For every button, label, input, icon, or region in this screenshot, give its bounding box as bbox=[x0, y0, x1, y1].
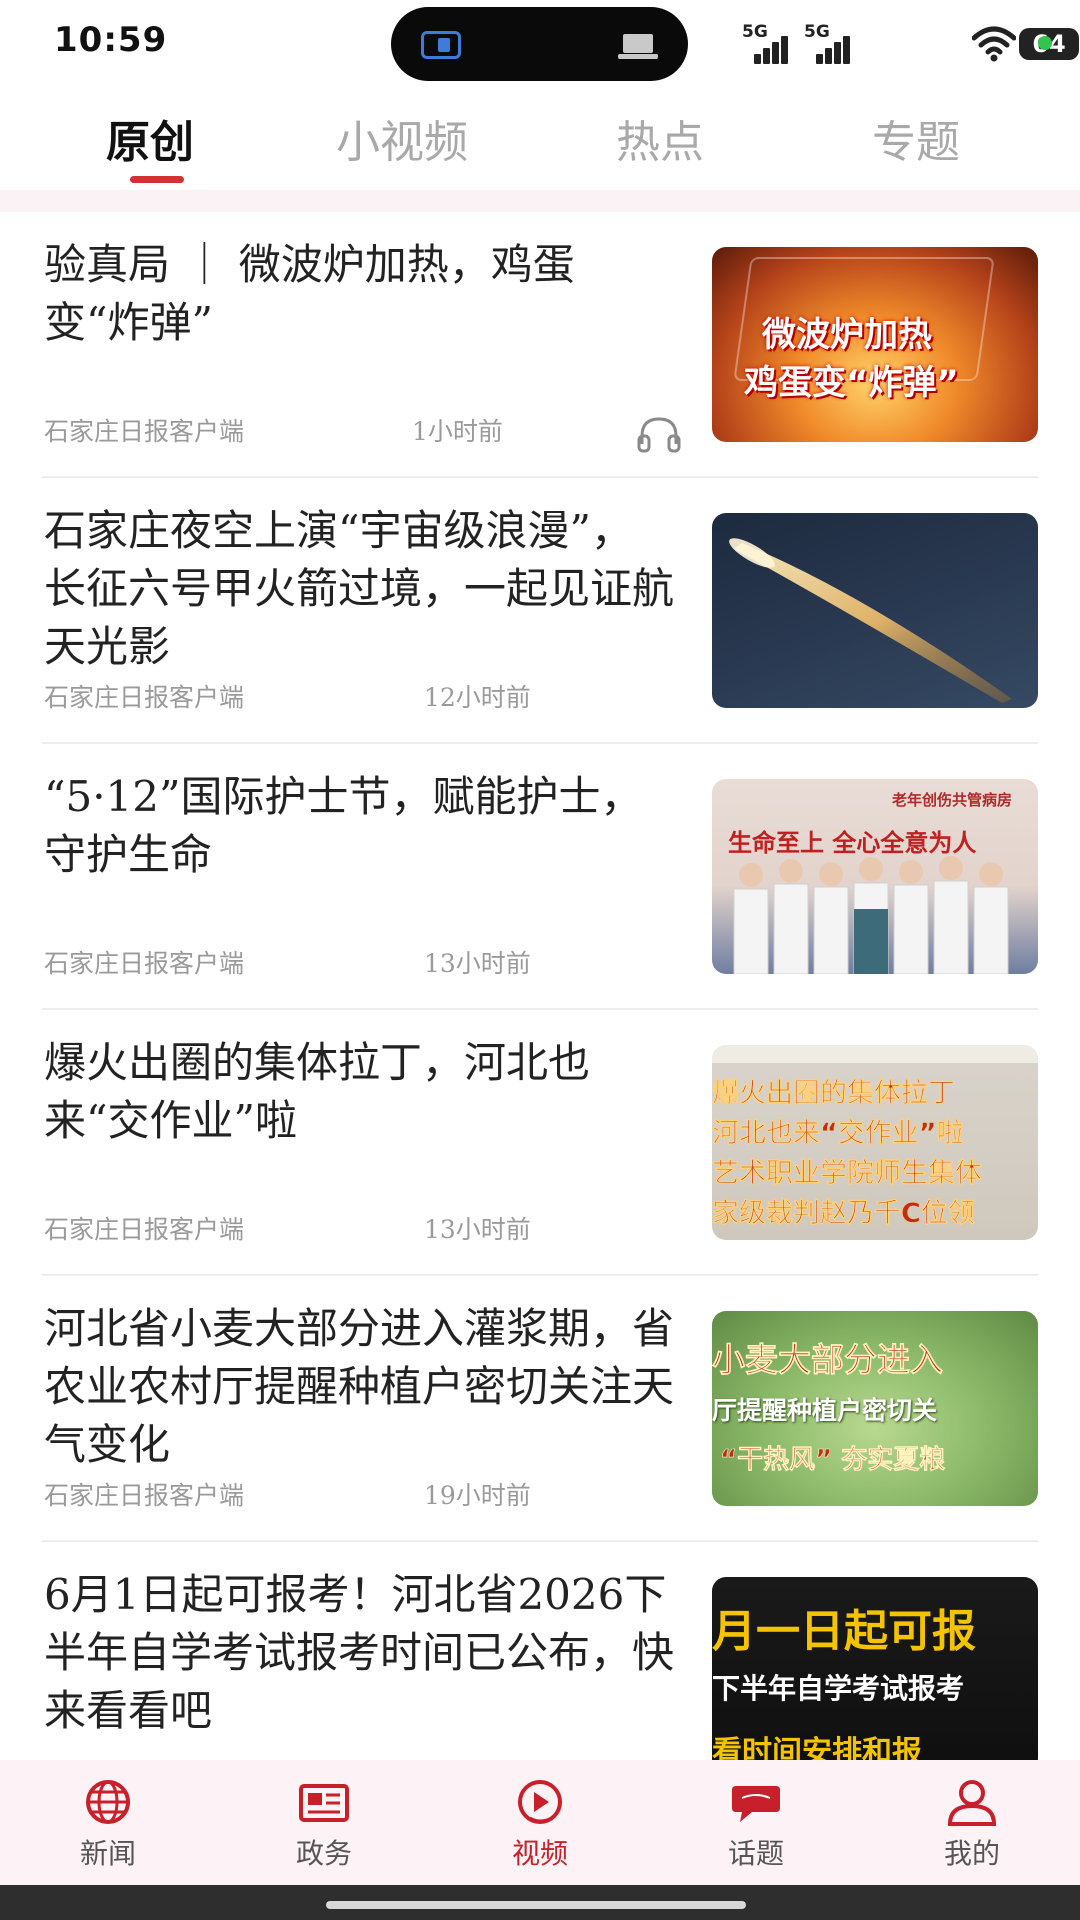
news-title: 6月1日起可报考！河北省2026下半年自学考试报考时间已公布，快来看看吧 bbox=[44, 1570, 674, 1735]
news-thumbnail bbox=[712, 513, 1038, 708]
news-thumbnail: 小麦大部分进入 厅提醒种植户密切关 “干热风” 夯实夏粮 bbox=[712, 1311, 1038, 1506]
nav-label: 视频 bbox=[511, 1837, 568, 1870]
headphone-icon[interactable] bbox=[636, 414, 682, 454]
news-title: 河北省小麦大部分进入灌浆期，省农业农村厅提醒种植户密切关注天气变化 bbox=[44, 1304, 674, 1469]
tab-short-video[interactable]: 小视频 bbox=[336, 106, 468, 170]
news-time: 12小时前 bbox=[424, 683, 531, 712]
thumb-caption: 下半年自学考试报考 bbox=[712, 1672, 965, 1705]
news-item[interactable]: 6月1日起可报考！河北省2026下半年自学考试报考时间已公布，快来看看吧 月一日… bbox=[42, 1542, 1038, 1760]
nav-government[interactable]: 政务 bbox=[254, 1778, 394, 1872]
news-source: 石家庄日报客户端 bbox=[44, 1481, 245, 1510]
news-item[interactable]: “5·12”国际护士节，赋能护士，守护生命 石家庄日报客户端 13小时前 老年创… bbox=[42, 744, 1038, 1010]
newspaper-icon bbox=[299, 1784, 349, 1822]
news-time: 19小时前 bbox=[424, 1481, 531, 1510]
news-source: 石家庄日报客户端 bbox=[44, 1215, 245, 1244]
dynamic-island[interactable] bbox=[391, 7, 688, 81]
wifi-icon bbox=[972, 26, 1016, 62]
thumb-caption: 小麦大部分进入 bbox=[712, 1340, 943, 1380]
rocket-trail-graphic bbox=[729, 538, 1012, 703]
privacy-indicator-dot bbox=[1038, 36, 1052, 50]
news-item[interactable]: 爆火出圈的集体拉丁，河北也来“交作业”啦 石家庄日报客户端 13小时前 爆火出圈… bbox=[42, 1010, 1038, 1276]
news-source: 石家庄日报客户端 bbox=[44, 683, 245, 712]
news-item[interactable]: 验真局 ｜ 微波炉加热，鸡蛋变“炸弹” 石家庄日报客户端 1小时前 微波炉加热 … bbox=[42, 212, 1038, 478]
thumb-caption: 看时间安排和报 bbox=[712, 1735, 922, 1760]
news-title: 验真局 ｜ 微波炉加热，鸡蛋变“炸弹” bbox=[44, 240, 575, 347]
tabs-divider bbox=[0, 190, 1080, 212]
tab-topics[interactable]: 专题 bbox=[872, 106, 960, 170]
news-source: 石家庄日报客户端 bbox=[44, 417, 245, 446]
news-thumbnail: 老年创伤共管病房 生命至上 全心全意为人 bbox=[712, 779, 1038, 974]
thumb-caption: 艺术职业学院师生集体 bbox=[712, 1158, 982, 1190]
nav-news[interactable]: 新闻 bbox=[38, 1778, 178, 1872]
status-time: 10:59 bbox=[54, 20, 168, 60]
news-time: 13小时前 bbox=[424, 1215, 531, 1244]
nav-profile[interactable]: 我的 bbox=[902, 1778, 1042, 1872]
thumb-caption: 家级裁判赵乃千C位领 bbox=[712, 1198, 975, 1230]
active-tab-indicator bbox=[130, 176, 184, 183]
nav-label: 我的 bbox=[943, 1837, 1000, 1870]
category-tabs: 原创 小视频 热点 专题 bbox=[0, 92, 1080, 190]
nurses-group-graphic bbox=[733, 856, 1009, 974]
nav-label: 新闻 bbox=[79, 1837, 136, 1870]
home-indicator[interactable] bbox=[326, 1901, 746, 1909]
thumb-caption: “干热风” 夯实夏粮 bbox=[720, 1445, 946, 1476]
status-bar: 10:59 5G 5G 64 bbox=[0, 0, 1080, 88]
signal-bars-icon bbox=[742, 32, 788, 64]
signal-bars-icon bbox=[804, 32, 850, 64]
news-item[interactable]: 河北省小麦大部分进入灌浆期，省农业农村厅提醒种植户密切关注天气变化 石家庄日报客… bbox=[42, 1276, 1038, 1542]
play-icon bbox=[518, 1780, 562, 1824]
news-title: 爆火出圈的集体拉丁，河北也来“交作业”啦 bbox=[44, 1038, 591, 1145]
nav-topics[interactable]: 话题 bbox=[686, 1778, 826, 1872]
news-source: 石家庄日报客户端 bbox=[44, 949, 245, 978]
thumb-caption: 爆火出圈的集体拉丁 bbox=[712, 1078, 955, 1110]
tab-original[interactable]: 原创 bbox=[106, 106, 194, 170]
news-thumbnail: 月一日起可报 下半年自学考试报考 看时间安排和报 bbox=[712, 1577, 1038, 1760]
news-title: 石家庄夜空上演“宇宙级浪漫”，长征六号甲火箭过境，一起见证航天光影 bbox=[44, 506, 674, 671]
laptop-icon bbox=[618, 34, 658, 59]
chat-bubble-icon bbox=[732, 1786, 780, 1822]
news-feed[interactable]: 验真局 ｜ 微波炉加热，鸡蛋变“炸弹” 石家庄日报客户端 1小时前 微波炉加热 … bbox=[0, 212, 1080, 1760]
news-time: 1小时前 bbox=[412, 417, 503, 446]
news-title: “5·12”国际护士节，赋能护士，守护生命 bbox=[44, 772, 643, 879]
bottom-navigation: 新闻 政务 视频 话题 我的 bbox=[0, 1760, 1080, 1885]
thumb-caption: 河北也来“交作业”啦 bbox=[712, 1118, 964, 1150]
news-time: 13小时前 bbox=[424, 949, 531, 978]
thumb-caption: 月一日起可报 bbox=[712, 1606, 976, 1657]
status-indicators: 5G 5G 64 bbox=[740, 20, 1080, 68]
news-thumbnail: 爆火出圈的集体拉丁 河北也来“交作业”啦 艺术职业学院师生集体 家级裁判赵乃千C… bbox=[712, 1045, 1038, 1240]
news-thumbnail: 微波炉加热 鸡蛋变“炸弹” bbox=[712, 247, 1038, 442]
nav-label: 话题 bbox=[727, 1837, 784, 1870]
globe-icon bbox=[86, 1780, 130, 1824]
user-icon bbox=[947, 1780, 997, 1826]
system-home-bar bbox=[0, 1885, 1080, 1920]
thumb-caption: 微波炉加热 bbox=[762, 315, 932, 355]
nav-label: 政务 bbox=[295, 1837, 352, 1870]
screen-mirror-icon bbox=[421, 31, 461, 59]
tab-hot[interactable]: 热点 bbox=[616, 106, 704, 170]
thumb-caption: 厅提醒种植户密切关 bbox=[712, 1396, 938, 1425]
news-item[interactable]: 石家庄夜空上演“宇宙级浪漫”，长征六号甲火箭过境，一起见证航天光影 石家庄日报客… bbox=[42, 478, 1038, 744]
nav-video[interactable]: 视频 bbox=[470, 1778, 610, 1872]
thumb-caption: 鸡蛋变“炸弹” bbox=[744, 363, 959, 403]
